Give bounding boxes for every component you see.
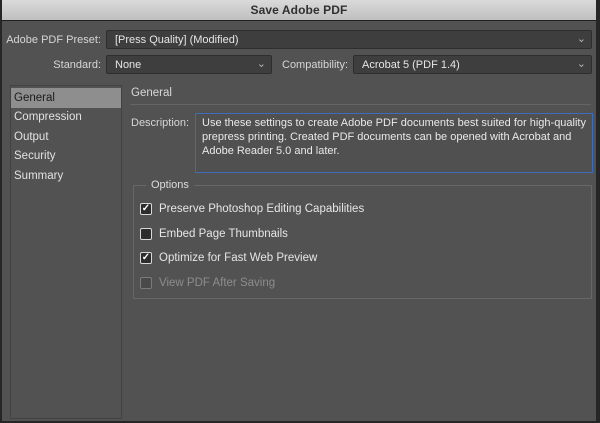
standard-label: Standard:	[53, 58, 101, 71]
dialog-titlebar[interactable]: Save Adobe PDF	[2, 0, 596, 21]
checkbox-preserve-editing[interactable]: ✓	[140, 202, 152, 216]
compatibility-dropdown[interactable]: Acrobat 5 (PDF 1.4) ⌄	[353, 55, 592, 74]
sidebar-item-general[interactable]: General	[11, 88, 121, 108]
option-label: Optimize for Fast Web Preview	[159, 252, 318, 265]
description-label: Description:	[131, 117, 190, 129]
chevron-down-icon: ⌄	[576, 33, 586, 45]
compatibility-label: Compatibility:	[282, 58, 349, 71]
sidebar-item-compression[interactable]: Compression	[11, 108, 121, 128]
options-rows: ✓ Preserve Photoshop Editing Capabilitie…	[140, 197, 587, 295]
standard-value: None	[115, 58, 142, 71]
sidebar-item-security[interactable]: Security	[11, 147, 121, 167]
preset-row: Adobe PDF Preset: [Press Quality] (Modif…	[2, 30, 592, 49]
settings-category-list: General Compression Output Security Summ…	[10, 85, 122, 419]
checkbox-embed-thumbnails[interactable]: ✓	[140, 227, 152, 240]
sidebar-item-summary[interactable]: Summary	[11, 166, 121, 186]
checkbox-optimize-web-preview[interactable]: ✓	[140, 251, 152, 265]
chevron-down-icon: ⌄	[256, 58, 266, 70]
preset-label: Adobe PDF Preset:	[6, 33, 101, 46]
chevron-down-icon: ⌄	[576, 58, 586, 70]
standard-dropdown[interactable]: None ⌄	[106, 55, 272, 74]
option-label: View PDF After Saving	[159, 276, 276, 289]
option-preserve-editing[interactable]: ✓ Preserve Photoshop Editing Capabilitie…	[140, 197, 587, 222]
compatibility-value: Acrobat 5 (PDF 1.4)	[362, 58, 460, 71]
dialog-title: Save Adobe PDF	[250, 3, 348, 17]
panel-heading: General	[131, 87, 172, 99]
standard-row: Standard: None ⌄ Compatibility: Acrobat …	[2, 55, 592, 74]
option-label: Preserve Photoshop Editing Capabilities	[159, 203, 365, 216]
checkbox-view-pdf-after-saving: ✓	[140, 276, 152, 289]
sidebar-item-output[interactable]: Output	[11, 127, 121, 147]
option-view-pdf-after-saving: ✓ View PDF After Saving	[140, 271, 587, 296]
checkmark-icon: ✓	[141, 202, 151, 214]
preset-dropdown[interactable]: [Press Quality] (Modified) ⌄	[106, 30, 592, 49]
options-legend: Options	[146, 179, 194, 191]
option-label: Embed Page Thumbnails	[159, 227, 288, 240]
save-adobe-pdf-dialog: Save Adobe PDF Adobe PDF Preset: [Press …	[0, 0, 600, 423]
description-textarea[interactable]: Use these settings to create Adobe PDF d…	[195, 113, 593, 173]
options-group: Options ✓ Preserve Photoshop Editing Cap…	[133, 179, 592, 299]
option-optimize-web-preview[interactable]: ✓ Optimize for Fast Web Preview	[140, 246, 587, 271]
option-embed-thumbnails[interactable]: ✓ Embed Page Thumbnails	[140, 222, 587, 247]
panel-separator	[130, 104, 591, 105]
checkmark-icon: ✓	[141, 251, 151, 263]
preset-value: [Press Quality] (Modified)	[115, 33, 239, 46]
